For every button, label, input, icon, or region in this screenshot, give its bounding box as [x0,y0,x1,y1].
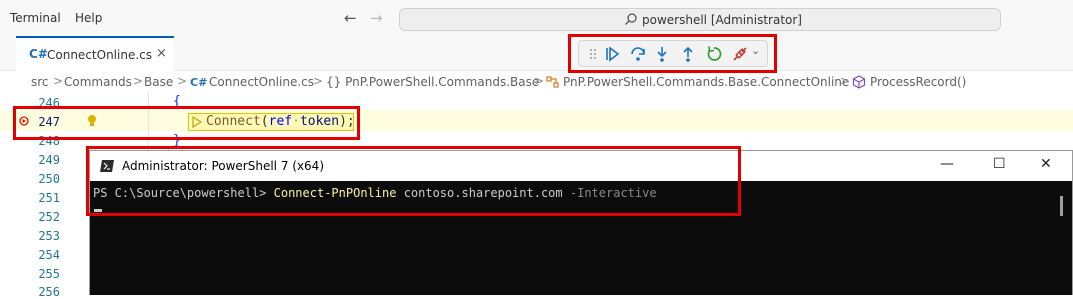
line-number: 256 [38,285,60,299]
line-number: 252 [38,210,60,224]
breadcrumb-separator: > [133,74,144,88]
annotation-box-current-line [13,106,360,140]
breadcrumb-class[interactable]: PnP.PowerShell.Commands.Base.ConnectOnli… [563,75,849,89]
line-number: 249 [38,153,60,167]
tab-connectonline[interactable]: C# ConnectOnline.cs × [16,36,174,71]
class-icon [546,76,559,88]
breadcrumb-separator: > [177,74,188,88]
line-number: 251 [38,191,60,205]
breadcrumb-separator: > [313,74,324,88]
minimize-icon[interactable]: — [940,156,954,172]
arrow-right-icon[interactable]: → [370,9,383,27]
tab-bar: C# ConnectOnline.cs × [0,36,1073,71]
csharp-file-icon: C# [29,47,48,61]
close-icon[interactable]: ✕ [1040,156,1052,172]
line-number: 253 [38,229,60,243]
breadcrumb-file[interactable]: ConnectOnline.cs [209,75,314,89]
breadcrumb-separator: > [840,74,851,88]
breadcrumb-separator: > [53,74,64,88]
menu-help[interactable]: Help [75,11,102,25]
title-bar: Terminal Help ← → powershell [Administra… [0,0,1073,36]
breadcrumb-separator: > [534,74,545,88]
terminal-scrollbar[interactable] [1060,196,1063,216]
method-icon [852,75,866,89]
close-icon[interactable]: × [156,46,167,61]
command-center[interactable]: powershell [Administrator] [399,8,1001,31]
line-number: 254 [38,248,60,262]
annotation-box-debug-toolbar [568,34,777,73]
annotation-box-terminal-command [86,146,741,216]
breadcrumb: src > Commands > Base > C# ConnectOnline… [0,71,1073,93]
breadcrumb-namespace[interactable]: {} PnP.PowerShell.Commands.Base [326,75,539,89]
tab-label: ConnectOnline.cs [47,48,152,62]
breadcrumb-base[interactable]: Base [144,75,173,89]
maximize-icon[interactable]: ☐ [993,156,1006,172]
breadcrumb-src[interactable]: src [31,75,49,89]
line-number: 250 [38,172,60,186]
arrow-left-icon[interactable]: ← [344,9,357,27]
command-center-text: powershell [Administrator] [642,13,802,27]
menu-terminal[interactable]: Terminal [10,11,61,25]
csharp-file-icon: C# [190,76,208,89]
search-icon [625,13,637,25]
breadcrumb-commands[interactable]: Commands [64,75,132,89]
breadcrumb-method[interactable]: ProcessRecord() [870,75,966,89]
line-number: 255 [38,267,60,281]
